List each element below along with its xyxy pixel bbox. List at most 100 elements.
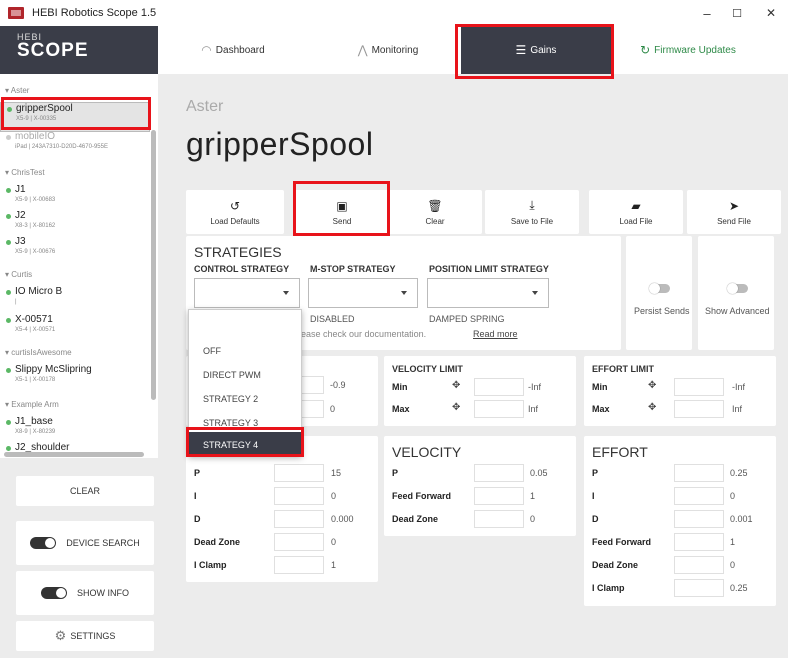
eff-iclamp-input[interactable]: [674, 579, 724, 597]
online-dot-icon: [6, 290, 11, 295]
option-strategy-2[interactable]: STRATEGY 2: [189, 386, 301, 410]
horizontal-scrollbar[interactable]: [4, 452, 144, 457]
vel-deadzone-input[interactable]: [474, 510, 524, 528]
load-file-button[interactable]: ▰ Load File: [589, 190, 683, 234]
mstop-strategy-select[interactable]: [308, 278, 418, 308]
device-mobileio[interactable]: mobileIO iPad | 243A7310-D20D-4670-955E: [0, 131, 150, 159]
option-off[interactable]: OFF: [189, 338, 301, 362]
position-min-value: -0.9: [330, 380, 346, 390]
group-curtisisawesome[interactable]: ▾ curtisIsAwesome: [5, 348, 72, 357]
button-label: Load Defaults: [210, 216, 260, 226]
move-icon[interactable]: ✥: [452, 380, 460, 391]
device-name: J1_base: [15, 416, 53, 427]
pos-p-label: P: [194, 468, 201, 478]
device-io-micro-b[interactable]: IO Micro B |: [0, 286, 150, 314]
device-j3[interactable]: J3 X5-9 | X-00676: [0, 236, 150, 264]
position-limit-select[interactable]: [427, 278, 549, 308]
tab-dashboard[interactable]: ◠ Dashboard: [158, 26, 308, 74]
close-button[interactable]: ✕: [754, 0, 788, 26]
maximize-button[interactable]: ☐: [720, 0, 754, 26]
effort-limit-card: EFFORT LIMIT Min ✥ -Inf Max ✥ Inf: [584, 356, 776, 426]
pos-i-value: 0: [331, 491, 337, 501]
send-file-button[interactable]: ➤ Send File: [687, 190, 781, 234]
move-icon[interactable]: ✥: [648, 380, 656, 391]
vel-deadzone-label: Dead Zone: [392, 514, 439, 524]
pos-iclamp-label: I Clamp: [194, 560, 227, 570]
pos-deadzone-label: Dead Zone: [194, 537, 241, 547]
vertical-scrollbar[interactable]: [151, 130, 156, 400]
eff-i-input[interactable]: [674, 487, 724, 505]
velocity-min-value: -Inf: [528, 382, 542, 392]
group-example-arm[interactable]: ▾ Example Arm: [5, 400, 59, 409]
highlight-box: [293, 181, 390, 236]
tab-firmware-updates[interactable]: ↻ Firmware Updates: [618, 26, 758, 74]
eff-p-value: 0.25: [730, 468, 748, 478]
move-icon[interactable]: ✥: [648, 402, 656, 413]
clear-button[interactable]: CLEAR: [16, 476, 154, 506]
minimize-button[interactable]: –: [690, 0, 724, 26]
device-search-toggle[interactable]: DEVICE SEARCH: [16, 521, 154, 565]
settings-button[interactable]: ⚙ SETTINGS: [16, 621, 154, 651]
online-dot-icon: [6, 420, 11, 425]
option-direct-pwm[interactable]: DIRECT PWM: [189, 362, 301, 386]
pos-d-input[interactable]: [274, 510, 324, 528]
caret-down-icon: [283, 291, 289, 295]
show-advanced-card: Show Advanced: [698, 236, 774, 350]
eff-i-value: 0: [730, 491, 736, 501]
pos-i-input[interactable]: [274, 487, 324, 505]
tab-monitoring[interactable]: ⋀ Monitoring: [318, 26, 458, 74]
clear-gains-button[interactable]: 🗑 Clear: [388, 190, 482, 234]
eff-d-input[interactable]: [674, 510, 724, 528]
show-info-toggle[interactable]: SHOW INFO: [16, 571, 154, 615]
group-christest[interactable]: ▾ ChrisTest: [5, 168, 45, 177]
online-dot-icon: [6, 240, 11, 245]
velocity-min-input[interactable]: [474, 378, 524, 396]
eff-deadzone-input[interactable]: [674, 556, 724, 574]
device-info: iPad | 243A7310-D20D-4670-955E: [15, 144, 108, 150]
read-more-link[interactable]: Read more: [473, 329, 518, 339]
online-dot-icon: [6, 318, 11, 323]
eff-p-input[interactable]: [674, 464, 724, 482]
device-list: ▾ Aster gripperSpool X5-9 | X-00335 mobil…: [0, 74, 158, 458]
effort-min-input[interactable]: [674, 378, 724, 396]
device-slippy-mcslipring[interactable]: Slippy McSlipring X5-1 | X-00178: [0, 364, 150, 392]
effort-max-input[interactable]: [674, 400, 724, 418]
eff-iclamp-label: I Clamp: [592, 583, 625, 593]
device-j1-base[interactable]: J1_base X8-9 | X-80239: [0, 416, 150, 444]
device-j2[interactable]: J2 X8-3 | X-80162: [0, 210, 150, 238]
device-info: X8-3 | X-80162: [15, 223, 56, 229]
device-name: J3: [15, 236, 26, 247]
strategies-title: STRATEGIES: [194, 244, 282, 260]
device-j1[interactable]: J1 X5-9 | X-00683: [0, 184, 150, 212]
group-aster[interactable]: ▾ Aster: [5, 86, 29, 95]
toggle-on-icon: [41, 587, 67, 599]
caret-down-icon: [401, 291, 407, 295]
velocity-limit-title: VELOCITY LIMIT: [392, 364, 463, 374]
online-dot-icon: [6, 368, 11, 373]
control-strategy-select[interactable]: [194, 278, 300, 308]
vel-ff-input[interactable]: [474, 487, 524, 505]
velocity-max-input[interactable]: [474, 400, 524, 418]
pos-p-input[interactable]: [274, 464, 324, 482]
save-to-file-button[interactable]: ⤓ Save to File: [485, 190, 579, 234]
brand-logo: HEBI SCOPE: [0, 26, 158, 74]
folder-icon: ▰: [631, 198, 641, 213]
eff-ff-input[interactable]: [674, 533, 724, 551]
persist-sends-toggle[interactable]: [649, 283, 670, 294]
pos-iclamp-input[interactable]: [274, 556, 324, 574]
velocity-gains-title: VELOCITY: [392, 444, 462, 460]
offline-dot-icon: [6, 135, 11, 140]
eff-deadzone-label: Dead Zone: [592, 560, 639, 570]
device-x-00571[interactable]: X-00571 X5-4 | X-00571: [0, 314, 150, 342]
vel-p-input[interactable]: [474, 464, 524, 482]
group-curtis[interactable]: ▾ Curtis: [5, 270, 32, 279]
device-info: |: [15, 299, 17, 305]
online-dot-icon: [6, 446, 11, 451]
show-advanced-toggle[interactable]: [727, 283, 748, 294]
mstop-value: DISABLED: [310, 314, 355, 324]
move-icon[interactable]: ✥: [452, 402, 460, 413]
toggle-on-icon: [30, 537, 57, 549]
persist-sends-card: Persist Sends: [626, 236, 692, 350]
pos-deadzone-input[interactable]: [274, 533, 324, 551]
load-defaults-button[interactable]: ↺ Load Defaults: [186, 190, 284, 234]
